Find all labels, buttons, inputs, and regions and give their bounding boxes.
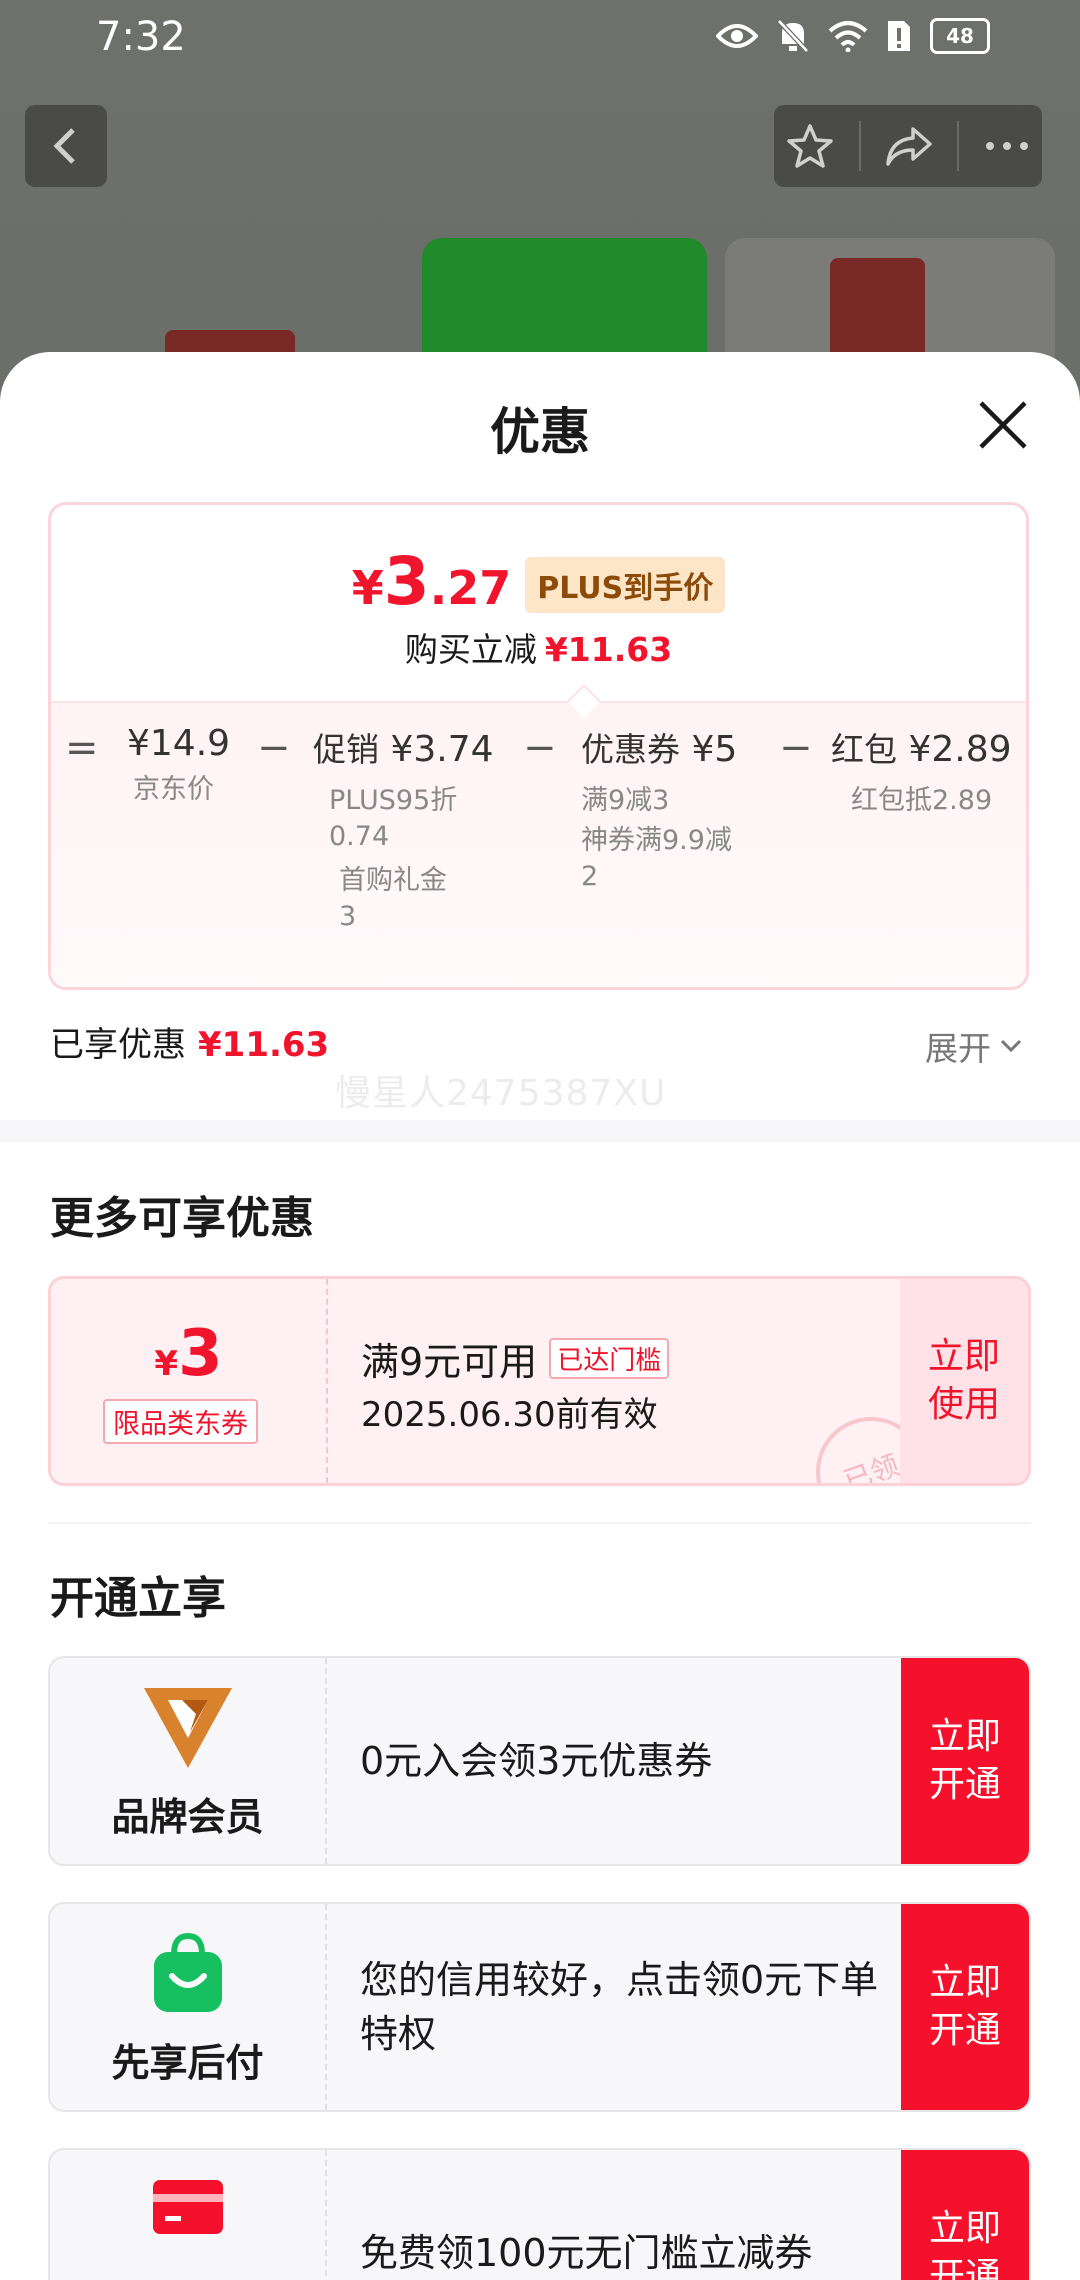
- credit-card-icon: [152, 2180, 223, 2234]
- nav-actions: [774, 105, 1042, 187]
- coupon-amount: ¥3: [154, 1317, 223, 1391]
- final-price-area: ¥3.27 PLUS到手价 购买立减 ¥11.63: [51, 505, 1026, 701]
- close-button[interactable]: [975, 397, 1031, 453]
- shopping-bag-smile-icon: [153, 1932, 222, 2012]
- coupon-condition-row: 满9元可用 已达门槛: [361, 1331, 670, 1386]
- reduce-value: ¥11.63: [544, 630, 673, 669]
- coupon-condition: 满9元可用: [361, 1340, 538, 1384]
- status-time: 7:32: [96, 14, 186, 60]
- expand-button[interactable]: 展开: [925, 1022, 1023, 1070]
- expand-label: 展开: [925, 1029, 991, 1068]
- plus-price-tag: PLUS到手价: [525, 557, 726, 613]
- coupon-expiry: 2025.06.30前有效: [361, 1395, 658, 1435]
- sim-alert-icon: [888, 21, 910, 51]
- icon-wrap: [50, 1686, 325, 1770]
- more-offers-title: 更多可享优惠: [50, 1193, 314, 1244]
- saved-label: 已享优惠: [50, 1025, 186, 1065]
- minus-sign: −: [779, 725, 813, 771]
- open-button[interactable]: 立即开通: [901, 1658, 1029, 1864]
- saved-value: ¥11.63: [198, 1025, 330, 1065]
- divider: [48, 1522, 1031, 1524]
- divider: [858, 121, 861, 171]
- coupon-type-badge: 限品类东券: [103, 1399, 258, 1444]
- sheet-title: 优惠: [490, 403, 590, 461]
- open-button-label: 立即开通: [928, 2208, 1001, 2280]
- card-icon-area: [50, 2150, 327, 2280]
- battery-indicator: 48: [930, 18, 990, 54]
- card-description: 0元入会领3元优惠券: [360, 1739, 713, 1783]
- breakdown-item-promotion: 促销 ¥3.74 PLUS95折 0.74 首购礼金 3: [313, 723, 494, 935]
- brand-member-card: 品牌会员 0元入会领3元优惠券 立即开通: [48, 1656, 1031, 1866]
- minus-sign: −: [257, 725, 291, 771]
- icon-wrap: [50, 2178, 325, 2236]
- card-icon-area: 先享后付: [50, 1904, 327, 2110]
- final-price-row: ¥3.27 PLUS到手价: [51, 543, 1026, 620]
- reduce-label: 购买立减: [404, 630, 537, 669]
- use-coupon-label: 立即使用: [927, 1336, 1000, 1425]
- more-icon[interactable]: [984, 140, 1030, 152]
- breakdown-sub: 京东价: [133, 774, 214, 805]
- card-icon-area: 品牌会员: [50, 1658, 327, 1864]
- chevron-down-icon: [1000, 1039, 1022, 1053]
- eye-icon: [716, 24, 758, 48]
- brand-member-v-icon: [143, 1688, 232, 1768]
- breakdown-item-jd-price: ¥14.9 京东价: [127, 723, 230, 808]
- saved-summary: 已享优惠 ¥11.63: [50, 1017, 329, 1066]
- breakdown-main: 促销 ¥3.74: [313, 729, 494, 770]
- breakdown-main: 优惠券 ¥5: [581, 729, 738, 770]
- divider: [957, 121, 960, 171]
- section-divider: [0, 1120, 1080, 1142]
- breakdown-item-red-packet: 红包 ¥2.89 红包抵2.89: [831, 723, 1012, 819]
- breakdown-item-coupon: 优惠券 ¥5 满9减3 神券满9.9减 2: [581, 723, 737, 895]
- mute-bell-icon: [777, 19, 809, 53]
- minus-sign: −: [523, 725, 557, 771]
- breakdown-sub: 3: [339, 901, 357, 932]
- status-icons: 48: [716, 18, 990, 54]
- star-favorite-icon[interactable]: [786, 123, 834, 169]
- product-thumbnail: [725, 238, 1055, 368]
- breakdown-value: ¥14.9: [127, 723, 231, 764]
- breakdown-sub: 神券满9.9减: [581, 825, 732, 856]
- equals-sign: =: [65, 725, 99, 771]
- open-button-label: 立即开通: [928, 1716, 1001, 1805]
- threshold-reached-badge: 已达门槛: [549, 1338, 670, 1379]
- coupon-card: ¥3 限品类东券 满9元可用 已达门槛 2025.06.30前有效 已领 立即使…: [48, 1276, 1031, 1486]
- share-icon[interactable]: [885, 125, 933, 167]
- card-description: 您的信用较好，点击领0元下单特权: [360, 1958, 879, 2056]
- pay-later-card: 先享后付 您的信用较好，点击领0元下单特权 立即开通: [48, 1902, 1031, 2112]
- breakdown-sub: 首购礼金: [339, 865, 447, 896]
- coupon-amount-area: ¥3 限品类东券: [51, 1279, 328, 1483]
- open-button[interactable]: 立即开通: [901, 2150, 1029, 2280]
- breakdown-row: = ¥14.9 京东价 − 促销 ¥3.74 PLUS95折 0.74 首购礼金…: [51, 701, 1026, 987]
- breakdown-main: 红包 ¥2.89: [831, 729, 1012, 770]
- breakdown-sub: 0.74: [329, 821, 390, 852]
- open-button[interactable]: 立即开通: [901, 1904, 1029, 2110]
- product-thumbnail: [422, 238, 707, 368]
- breakdown-sub: PLUS95折: [329, 785, 458, 816]
- card-name: 品牌会员: [111, 1795, 264, 1839]
- close-icon: [979, 401, 1027, 449]
- open-button-label: 立即开通: [928, 1962, 1001, 2051]
- status-bar: 7:32 48: [0, 0, 1080, 80]
- wifi-icon: [828, 21, 868, 52]
- back-button[interactable]: [25, 105, 107, 187]
- credit-card-offer-card: 免费领100元无门槛立减券 立即开通: [48, 2148, 1031, 2280]
- card-description: 免费领100元无门槛立减券: [360, 2231, 813, 2275]
- breakdown-sub: 满9减3: [581, 785, 670, 816]
- breakdown-sub: 红包抵2.89: [851, 785, 993, 816]
- breakdown-sub: 2: [581, 861, 599, 892]
- open-benefits-title: 开通立享: [50, 1573, 226, 1624]
- discount-bottom-sheet: 优惠 ¥3.27 PLUS到手价 购买立减 ¥11.63 = ¥14.9 京东价 …: [0, 352, 1080, 2280]
- chevron-left-icon: [53, 128, 75, 164]
- reduce-row: 购买立减 ¥11.63: [51, 623, 1026, 671]
- watermark: 慢星人2475387XU: [335, 1073, 667, 1114]
- final-price: ¥3.27: [351, 543, 512, 620]
- card-name: 先享后付: [111, 2041, 264, 2085]
- price-breakdown-card: ¥3.27 PLUS到手价 购买立减 ¥11.63 = ¥14.9 京东价 − 促…: [48, 502, 1029, 990]
- use-coupon-button[interactable]: 立即使用: [900, 1279, 1028, 1483]
- icon-wrap: [50, 1932, 325, 2014]
